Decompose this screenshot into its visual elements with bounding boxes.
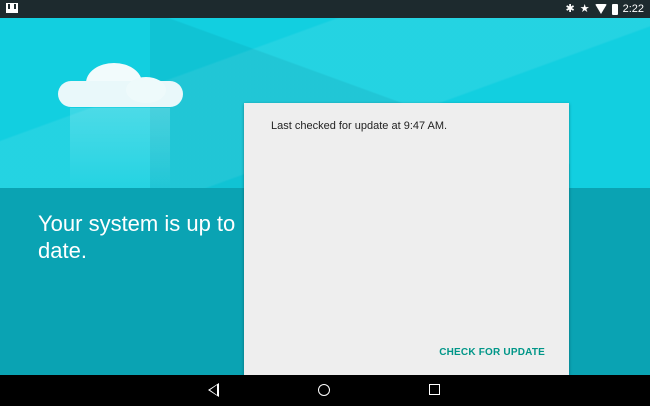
- status-time: 2:22: [622, 3, 644, 15]
- wifi-icon: [594, 4, 607, 14]
- back-icon[interactable]: [208, 383, 219, 397]
- recents-icon[interactable]: [429, 384, 440, 395]
- navigation-bar: [0, 375, 650, 406]
- battery-icon: [611, 3, 618, 15]
- check-for-update-button[interactable]: CHECK FOR UPDATE: [439, 347, 545, 358]
- system-icons: ✱ ★ 2:22: [565, 2, 644, 16]
- cloud-puff: [126, 77, 166, 103]
- page-title: Your system is up to date.: [38, 211, 236, 263]
- star-icon: ★: [579, 3, 590, 15]
- status-bar: ✱ ★ 2:22: [0, 0, 650, 18]
- bluetooth-icon: ✱: [565, 3, 575, 15]
- cloud-shadow: [70, 108, 170, 188]
- cloud-icon: [58, 63, 183, 108]
- last-checked-text: Last checked for update at 9:47 AM.: [271, 120, 448, 132]
- gmail-icon: [6, 3, 18, 13]
- notification-area: [6, 3, 18, 16]
- update-card: Last checked for update at 9:47 AM. CHEC…: [244, 103, 569, 375]
- home-icon[interactable]: [318, 384, 330, 396]
